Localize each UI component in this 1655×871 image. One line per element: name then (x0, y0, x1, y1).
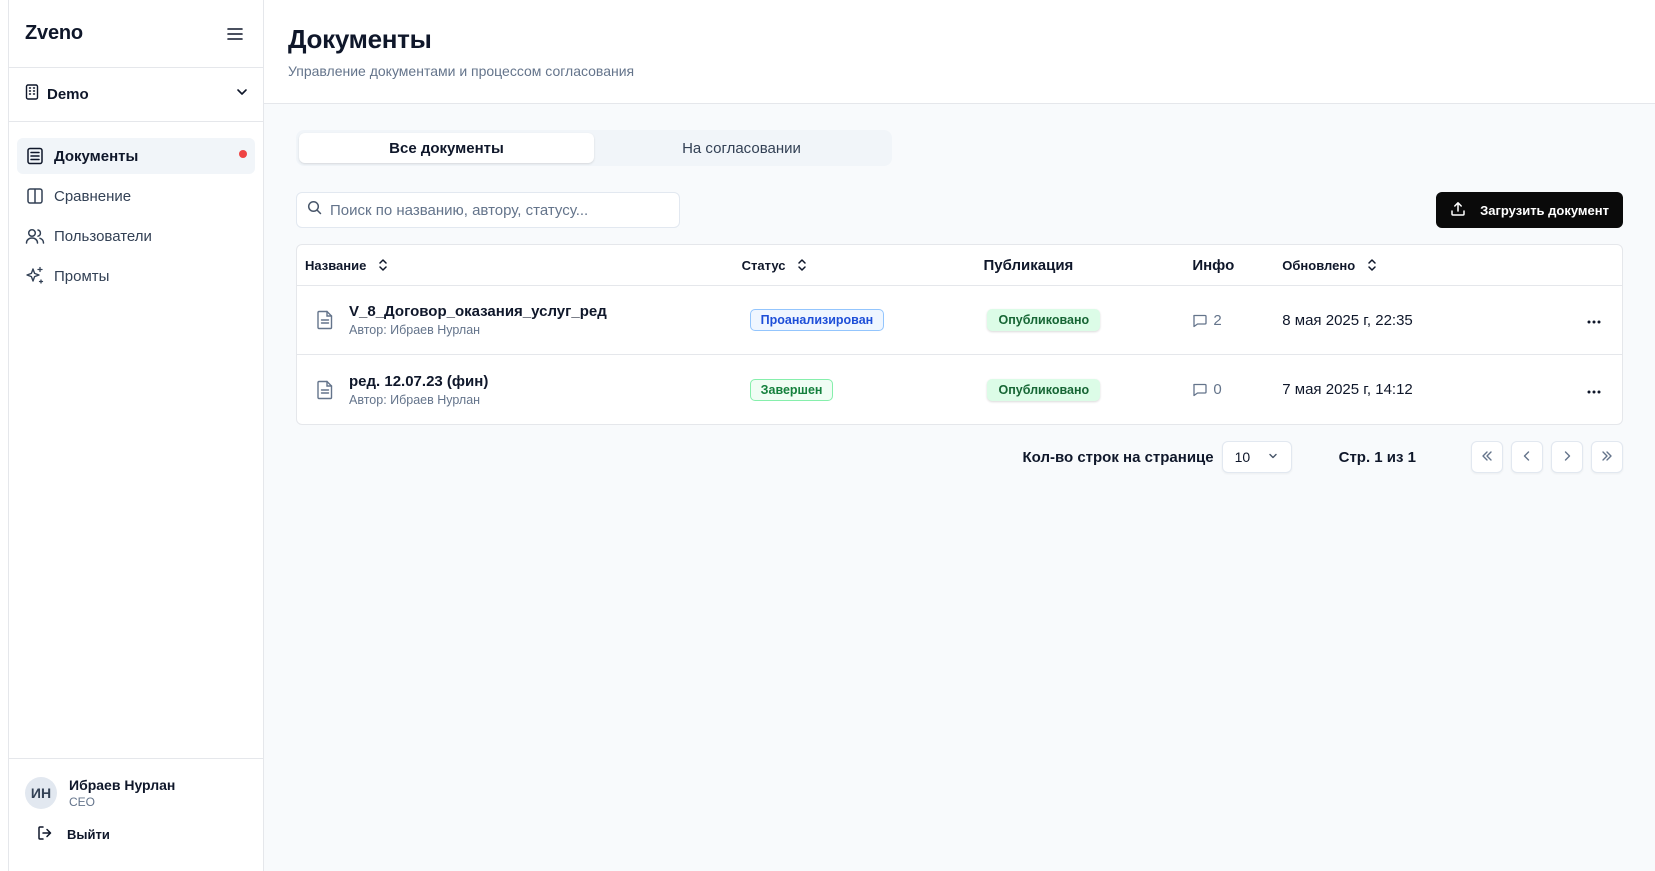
upload-icon (1450, 201, 1466, 220)
columns-icon (25, 186, 45, 206)
header-publication: Публикация (983, 256, 1074, 274)
document-title[interactable]: ред. 12.07.23 (фин) (349, 373, 488, 390)
document-title[interactable]: V_8_Договор_оказания_услуг_ред (349, 303, 607, 320)
chevron-down-icon (1267, 449, 1279, 465)
header-info: Инфо (1192, 256, 1235, 274)
avatar: ИН (25, 777, 57, 809)
sidebar-item-label: Промты (54, 267, 110, 285)
table-row[interactable]: ред. 12.07.23 (фин) Автор: Ибраев Нурлан… (297, 355, 1622, 424)
tabs: Все документы На согласовании (296, 130, 892, 166)
status-badge: Завершен (749, 378, 834, 401)
sidebar-item-users[interactable]: Пользователи (17, 218, 255, 254)
updated-date: 7 мая 2025 г, 14:12 (1282, 381, 1413, 398)
chevrons-right-icon (1600, 449, 1614, 466)
toolbar: Загрузить документ (296, 192, 1623, 228)
row-actions-button[interactable] (1566, 381, 1622, 399)
last-page-button[interactable] (1591, 441, 1623, 473)
logout-label: Выйти (67, 827, 110, 842)
sparkles-icon (25, 266, 45, 286)
sidebar-item-label: Документы (54, 147, 139, 165)
search-icon (307, 200, 322, 220)
sidebar-item-compare[interactable]: Сравнение (17, 178, 255, 214)
more-icon (1587, 381, 1601, 399)
user-profile[interactable]: ИН Ибраев Нурлан CEO (25, 777, 247, 809)
chevrons-left-icon (1480, 449, 1494, 466)
table-header: Название Статус Публикация Инфо Обновлен… (297, 245, 1622, 286)
chevron-down-icon (235, 85, 249, 104)
comments-value: 2 (1213, 311, 1222, 329)
menu-icon[interactable] (223, 22, 247, 46)
comment-icon (1192, 313, 1207, 328)
user-block: ИН Ибраев Нурлан CEO Выйти (9, 758, 263, 871)
header-status: Статус (742, 258, 984, 273)
rows-per-page-value: 10 (1234, 449, 1251, 465)
page-subtitle: Управление документами и процессом согла… (288, 63, 635, 79)
building-icon (25, 84, 39, 105)
file-icon (313, 378, 337, 402)
logout-icon (37, 825, 53, 844)
comments-count[interactable]: 2 (1192, 312, 1282, 329)
comments-count[interactable]: 0 (1192, 381, 1282, 398)
search-box (296, 192, 680, 228)
tab-on-approval[interactable]: На согласовании (594, 133, 889, 163)
file-icon (313, 308, 337, 332)
first-page-button[interactable] (1471, 441, 1503, 473)
rows-per-page-label: Кол-во строк на странице (1022, 448, 1214, 466)
document-author: Автор: Ибраев Нурлан (349, 392, 481, 407)
user-name: Ибраев Нурлан (69, 777, 176, 793)
next-page-button[interactable] (1551, 441, 1583, 473)
row-actions-button[interactable] (1566, 311, 1622, 329)
updated-date: 8 мая 2025 г, 22:35 (1282, 311, 1413, 329)
notification-dot (239, 150, 247, 158)
sidebar-item-documents[interactable]: Документы (17, 138, 255, 174)
sidebar-item-prompts[interactable]: Промты (17, 258, 255, 294)
sort-icon[interactable] (378, 258, 388, 272)
page-title: Документы (288, 24, 432, 54)
publication-badge: Опубликовано (987, 378, 1101, 401)
chevron-left-icon (1521, 449, 1533, 466)
documents-icon (25, 146, 45, 166)
pagination: Кол-во строк на странице 10 Стр. 1 из 1 (296, 441, 1623, 473)
rows-per-page-select[interactable]: 10 (1221, 441, 1292, 473)
documents-table: Название Статус Публикация Инфо Обновлен… (296, 244, 1623, 425)
header-name: Название (297, 258, 742, 273)
header-updated-label: Обновлено (1282, 257, 1356, 273)
header-status-label: Статус (741, 257, 786, 273)
page-header: Документы Управление документами и проце… (264, 0, 1655, 104)
main-area: Документы Управление документами и проце… (264, 0, 1655, 871)
brand-logo: Zveno (25, 22, 83, 44)
sort-icon[interactable] (797, 258, 807, 272)
comments-value: 0 (1213, 381, 1222, 398)
search-input[interactable] (330, 201, 669, 219)
publication-badge: Опубликовано (987, 309, 1101, 331)
users-icon (25, 226, 45, 246)
table-row[interactable]: V_8_Договор_оказания_услуг_ред Автор: Иб… (297, 286, 1622, 355)
org-label: Demo (47, 86, 89, 103)
header-name-label: Название (305, 257, 367, 273)
document-author: Автор: Ибраев Нурлан (349, 323, 481, 337)
sidebar-item-label: Сравнение (54, 187, 132, 205)
prev-page-button[interactable] (1511, 441, 1543, 473)
sidebar-item-label: Пользователи (54, 227, 152, 245)
brand-row: Zveno (9, 0, 263, 68)
comment-icon (1192, 382, 1207, 397)
user-role: CEO (69, 795, 96, 809)
chevron-right-icon (1561, 449, 1573, 466)
tab-all-documents[interactable]: Все документы (299, 133, 594, 163)
sidebar-nav: Документы Сравнение Пользователи Промты (9, 122, 263, 314)
org-selector[interactable]: Demo (9, 68, 263, 122)
upload-document-button[interactable]: Загрузить документ (1436, 192, 1623, 228)
page-info: Стр. 1 из 1 (1338, 448, 1416, 466)
content: Все документы На согласовании Загрузить … (264, 104, 1655, 473)
header-updated: Обновлено (1282, 258, 1566, 273)
status-badge: Проанализирован (749, 309, 885, 331)
upload-label: Загрузить документ (1480, 202, 1609, 218)
sidebar: Zveno Demo Документы Сравнение Пользоват… (8, 0, 264, 871)
more-icon (1587, 311, 1601, 329)
sort-icon[interactable] (1367, 258, 1377, 272)
logout-button[interactable]: Выйти (25, 825, 247, 844)
